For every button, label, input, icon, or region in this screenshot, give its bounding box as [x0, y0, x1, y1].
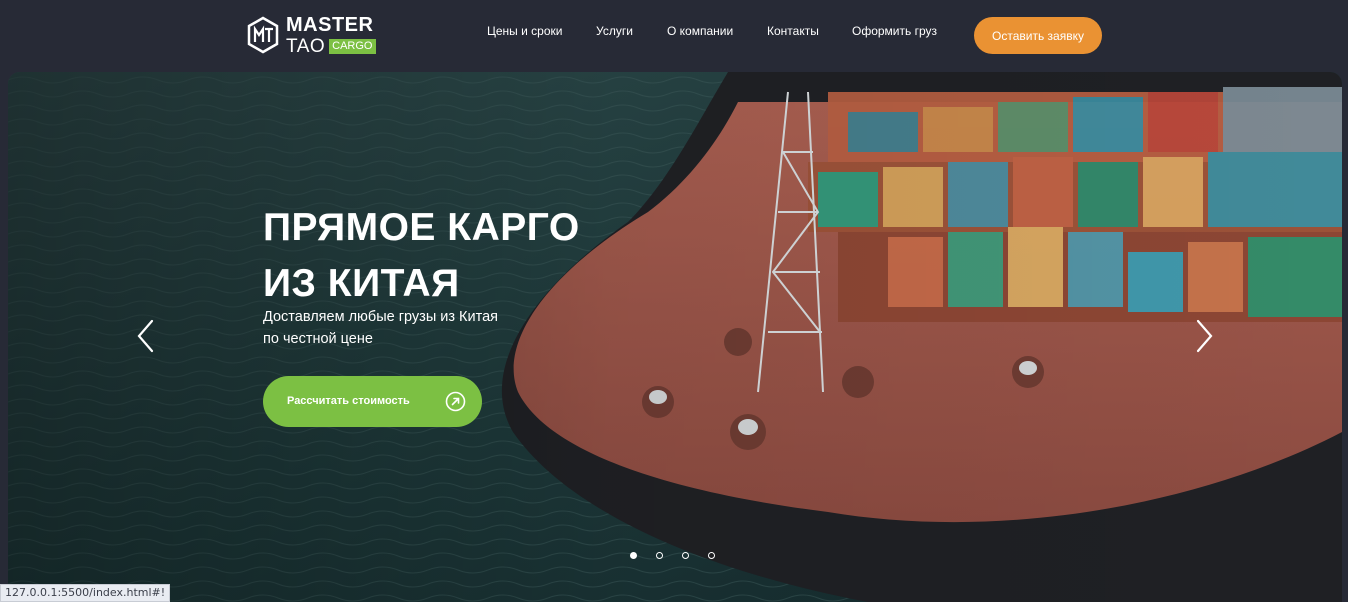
nav-item-order-cargo[interactable]: Оформить груз — [852, 24, 937, 38]
hero-subtitle: Доставляем любые грузы из Китая по честн… — [263, 306, 498, 350]
logo-mark-icon — [247, 16, 279, 54]
nav-item-about[interactable]: О компании — [667, 24, 733, 38]
logo-cargo-badge: CARGO — [329, 38, 376, 54]
hero-subtitle-line2: по честной цене — [263, 331, 373, 347]
nav-item-contacts[interactable]: Контакты — [767, 24, 819, 38]
hero-background-image — [8, 72, 1342, 602]
slider-dot-1[interactable] — [630, 552, 637, 559]
hero-title-line1: ПРЯМОЕ КАРГО — [263, 206, 580, 249]
chevron-left-icon[interactable] — [134, 318, 158, 354]
nav-item-services[interactable]: Услуги — [596, 24, 633, 38]
logo-text: MASTER TAO CARGO — [286, 15, 376, 56]
hero-title: ПРЯМОЕ КАРГО ИЗ КИТАЯ — [263, 200, 580, 312]
hero-subtitle-line1: Доставляем любые грузы из Китая — [263, 309, 498, 325]
hero-slider: ПРЯМОЕ КАРГО ИЗ КИТАЯ Доставляем любые г… — [8, 72, 1342, 602]
leave-request-button[interactable]: Оставить заявку — [974, 17, 1102, 54]
arrow-up-right-icon — [445, 391, 466, 412]
site-header: MASTER TAO CARGO Цены и сроки Услуги О к… — [0, 0, 1348, 72]
calculate-cost-label: Рассчитать стоимость — [287, 395, 410, 407]
logo[interactable]: MASTER TAO CARGO — [246, 14, 386, 56]
slider-dot-3[interactable] — [682, 552, 689, 559]
hero-title-line2: ИЗ КИТАЯ — [263, 262, 460, 305]
chevron-right-icon[interactable] — [1192, 318, 1216, 354]
status-bar-url: 127.0.0.1:5500/index.html#! — [0, 584, 171, 602]
logo-master: MASTER — [286, 13, 374, 36]
slider-dot-2[interactable] — [656, 552, 663, 559]
logo-tao: TAO — [286, 35, 326, 57]
nav-item-prices[interactable]: Цены и сроки — [487, 24, 562, 38]
calculate-cost-button[interactable]: Рассчитать стоимость — [263, 376, 482, 427]
slider-dot-4[interactable] — [708, 552, 715, 559]
